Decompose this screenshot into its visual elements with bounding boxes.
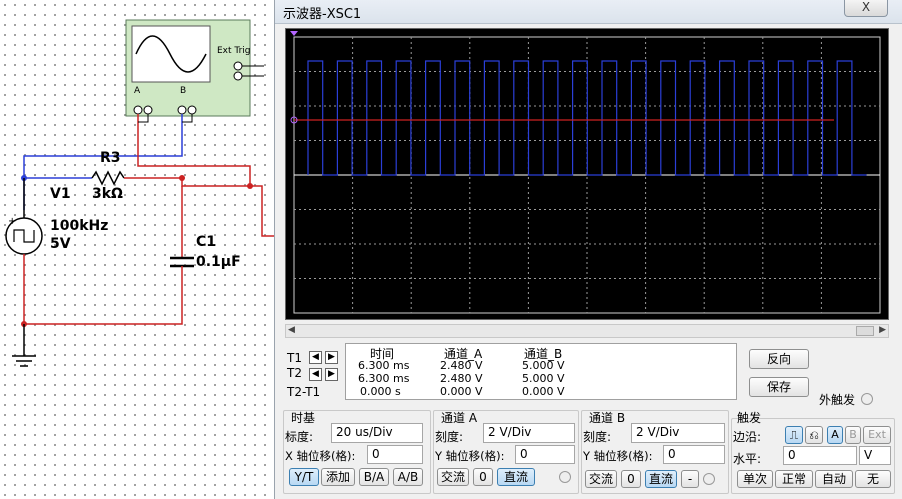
scope-a-label: A [134,86,141,96]
t1-right-arrow-icon[interactable]: ▶ [325,351,338,364]
channel-b-ypos-label: Y 轴位移(格): [583,449,653,463]
t1-channel-b: 5.000 V [522,359,565,372]
trigger-source-ext-button[interactable]: Ext [863,426,891,444]
r3-value: 3kΩ [92,186,123,202]
c1-value: 0.1μF [196,254,241,270]
trigger-none-button[interactable]: 无 [855,470,891,488]
channel-a-title: 通道 A [441,411,478,425]
scroll-left-icon[interactable]: ◀ [288,325,295,335]
channel-b-scale-label: 刻度: [583,430,612,444]
scope-ext-trig-label: Ext Trig [217,46,251,56]
ab-mode-button[interactable]: A/B [393,468,423,486]
delta-channel-b: 0.000 V [522,385,565,398]
ext-trigger-radio[interactable] [861,393,873,405]
trigger-edge-label: 边沿: [733,430,762,444]
scope-display [290,31,881,314]
v1-amplitude: 5V [50,236,71,252]
ext-trigger-label: 外触发 [819,393,856,407]
t2-time: 6.300 ms [358,372,410,385]
timebase-scale-field[interactable]: 20 us/Div [331,423,423,443]
channel-b-invert-button[interactable]: - [681,470,699,488]
scroll-right-icon[interactable]: ▶ [879,325,886,335]
scroll-thumb[interactable] [856,326,874,336]
t1-label: T1 [287,351,302,365]
delta-channel-a: 0.000 V [440,385,483,398]
channel-b-trace [307,60,867,176]
cursor-readout-table: 时间 通道_A 通道_B 6.300 ms 2.480 V 5.000 V 6.… [345,343,737,400]
add-mode-button[interactable]: 添加 [321,468,355,486]
schematic-canvas[interactable]: + R3 3kΩ V1 100kHz 5V C1 0.1μF Ext Trig … [0,0,280,499]
timebase-title: 时基 [291,411,316,425]
horizontal-scrollbar[interactable]: ◀ ▶ [285,324,889,338]
channel-a-radio[interactable] [559,471,571,483]
channel-b-radio[interactable] [703,473,715,485]
channel-a-ypos-label: Y 轴位移(格): [435,449,505,463]
svg-text:+: + [8,216,16,227]
x-position-label: X 轴位移(格): [285,449,356,463]
t2t1-label: T2-T1 [287,385,321,399]
delta-time: 0.000 s [360,385,401,398]
trigger-title: 触发 [737,411,762,425]
trigger-auto-button[interactable]: 自动 [815,470,853,488]
trigger-level-label: 水平: [733,452,762,466]
v1-frequency: 100kHz [50,218,109,234]
channel-b-ypos-field[interactable]: 0 [663,445,725,464]
trigger-source-a-button[interactable]: A [827,426,843,444]
falling-edge-icon[interactable]: ⎌ [805,426,823,444]
cursor-marker-icon[interactable] [290,31,298,36]
channel-b-zero-button[interactable]: 0 [621,470,641,488]
ba-mode-button[interactable]: B/A [359,468,389,486]
yt-mode-button[interactable]: Y/T [289,468,319,486]
channel-b-dc-button[interactable]: 直流 [645,470,677,488]
t1-time: 6.300 ms [358,359,410,372]
t2-label: T2 [287,366,302,380]
scope-screen[interactable] [285,28,889,320]
t2-left-arrow-icon[interactable]: ◀ [309,368,322,381]
t2-channel-b: 5.000 V [522,372,565,385]
rising-edge-icon[interactable]: ⎍ [785,426,803,444]
trigger-level-unit[interactable]: V [859,446,891,465]
t2-channel-a: 2.480 V [440,372,483,385]
window-titlebar[interactable]: 示波器-XSC1 X [275,0,902,24]
trigger-single-button[interactable]: 单次 [737,470,773,488]
channel-a-ypos-field[interactable]: 0 [515,445,575,464]
channel-b-title: 通道 B [589,411,626,425]
channel-a-scale-field[interactable]: 2 V/Div [483,423,575,443]
r3-label: R3 [100,150,121,166]
v1-label: V1 [50,186,71,202]
t1-left-arrow-icon[interactable]: ◀ [309,351,322,364]
save-button[interactable]: 保存 [749,377,809,397]
channel-b-ac-button[interactable]: 交流 [585,470,617,488]
close-button[interactable]: X [844,0,888,17]
channel-a-dc-button[interactable]: 直流 [497,468,535,486]
trigger-level-field[interactable]: 0 [783,446,857,465]
channel-a-zero-button[interactable]: 0 [473,468,493,486]
x-position-field[interactable]: 0 [367,445,423,464]
channel-b-scale-field[interactable]: 2 V/Div [631,423,725,443]
t2-right-arrow-icon[interactable]: ▶ [325,368,338,381]
channel-a-scale-label: 刻度: [435,430,464,444]
window-title: 示波器-XSC1 [283,7,362,22]
scope-b-label: B [180,86,187,96]
schematic-wires: + [5,19,280,367]
timebase-scale-label: 标度: [285,430,314,444]
reverse-button[interactable]: 反向 [749,349,809,369]
t1-channel-a: 2.480 V [440,359,483,372]
oscilloscope-window: 示波器-XSC1 X ◀ ▶ T1 T2 T2-T1 ◀ ▶ ◀ ▶ 时间 通道… [274,0,902,499]
trigger-normal-button[interactable]: 正常 [775,470,813,488]
channel-a-ac-button[interactable]: 交流 [437,468,469,486]
c1-label: C1 [196,234,217,250]
trigger-source-b-button[interactable]: B [845,426,861,444]
